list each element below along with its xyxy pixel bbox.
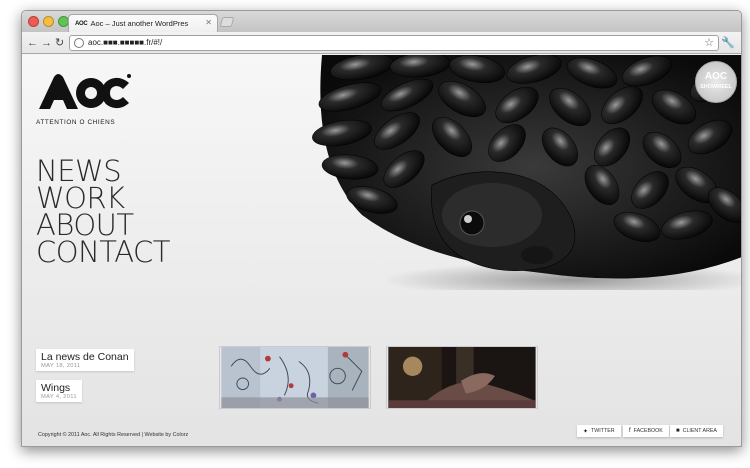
footer-copyright: Copyright © 2011 Aoc. All Rights Reserve… bbox=[38, 432, 189, 438]
back-arrow-icon[interactable]: ← bbox=[27, 36, 38, 50]
address-bar[interactable]: aoc.■■■.■■■■■.fr/#!/ ☆ bbox=[69, 35, 719, 51]
main-menu: NEWS WORK ABOUT CONTACT bbox=[36, 157, 171, 267]
browser-window: AOC Aoc – Just another WordPres ✕ ← → ↻ … bbox=[21, 10, 742, 447]
wrench-menu-icon[interactable]: 🔧 bbox=[721, 36, 735, 49]
facebook-button[interactable]: f FACEBOOK bbox=[623, 425, 669, 437]
tab-title: Aoc – Just another WordPres bbox=[90, 19, 189, 28]
page-viewport: AOC SHOWREEL ATTENTION O CHIENS NEWS WOR… bbox=[22, 55, 741, 446]
bookmark-star-icon[interactable]: ☆ bbox=[704, 36, 714, 49]
globe-icon bbox=[74, 38, 84, 48]
lock-icon: ■ bbox=[676, 428, 680, 434]
facebook-label: FACEBOOK bbox=[633, 428, 663, 434]
news-thumbnail-wings[interactable] bbox=[386, 346, 538, 409]
news-title: Wings bbox=[41, 382, 71, 394]
tab-favicon-icon: AOC bbox=[75, 20, 88, 27]
client-area-label: CLIENT AREA bbox=[682, 428, 717, 434]
aoc-logo[interactable] bbox=[36, 71, 131, 111]
reload-icon[interactable]: ↻ bbox=[55, 36, 64, 50]
news-date: MAY 4, 2011 bbox=[41, 394, 77, 400]
news-thumbnail-conan[interactable] bbox=[219, 346, 371, 409]
logo-tagline: ATTENTION O CHIENS bbox=[36, 119, 116, 126]
new-tab-button[interactable] bbox=[219, 17, 235, 27]
news-item[interactable]: La news de Conan MAY 18, 2011 bbox=[36, 349, 134, 371]
hedgehog-hero-image bbox=[312, 55, 741, 290]
news-title: La news de Conan bbox=[41, 351, 129, 363]
twitter-button[interactable]: ✦ TWITTER bbox=[577, 425, 621, 437]
bird-icon: ✦ bbox=[583, 428, 589, 435]
tab-close-icon[interactable]: ✕ bbox=[205, 18, 212, 27]
tab-strip: AOC Aoc – Just another WordPres ✕ bbox=[22, 11, 741, 32]
badge-showreel-text: SHOWREEL bbox=[700, 84, 732, 90]
news-date: MAY 18, 2011 bbox=[41, 363, 81, 369]
window-controls bbox=[28, 16, 69, 27]
menu-item-contact[interactable]: CONTACT bbox=[36, 238, 171, 267]
close-window-button[interactable] bbox=[28, 16, 39, 27]
browser-toolbar: ← → ↻ aoc.■■■.■■■■■.fr/#!/ ☆ 🔧 bbox=[22, 32, 741, 54]
twitter-label: TWITTER bbox=[591, 428, 615, 434]
news-item[interactable]: Wings MAY 4, 2011 bbox=[36, 380, 82, 402]
facebook-icon: f bbox=[629, 428, 631, 434]
minimize-window-button[interactable] bbox=[43, 16, 54, 27]
url-text: aoc.■■■.■■■■■.fr/#!/ bbox=[88, 38, 163, 47]
client-area-button[interactable]: ■ CLIENT AREA bbox=[670, 425, 723, 437]
badge-logo-text: AOC bbox=[704, 71, 728, 82]
browser-tab[interactable]: AOC Aoc – Just another WordPres ✕ bbox=[68, 14, 218, 32]
showreel-badge[interactable]: AOC SHOWREEL bbox=[695, 61, 737, 103]
forward-arrow-icon[interactable]: → bbox=[41, 36, 52, 50]
